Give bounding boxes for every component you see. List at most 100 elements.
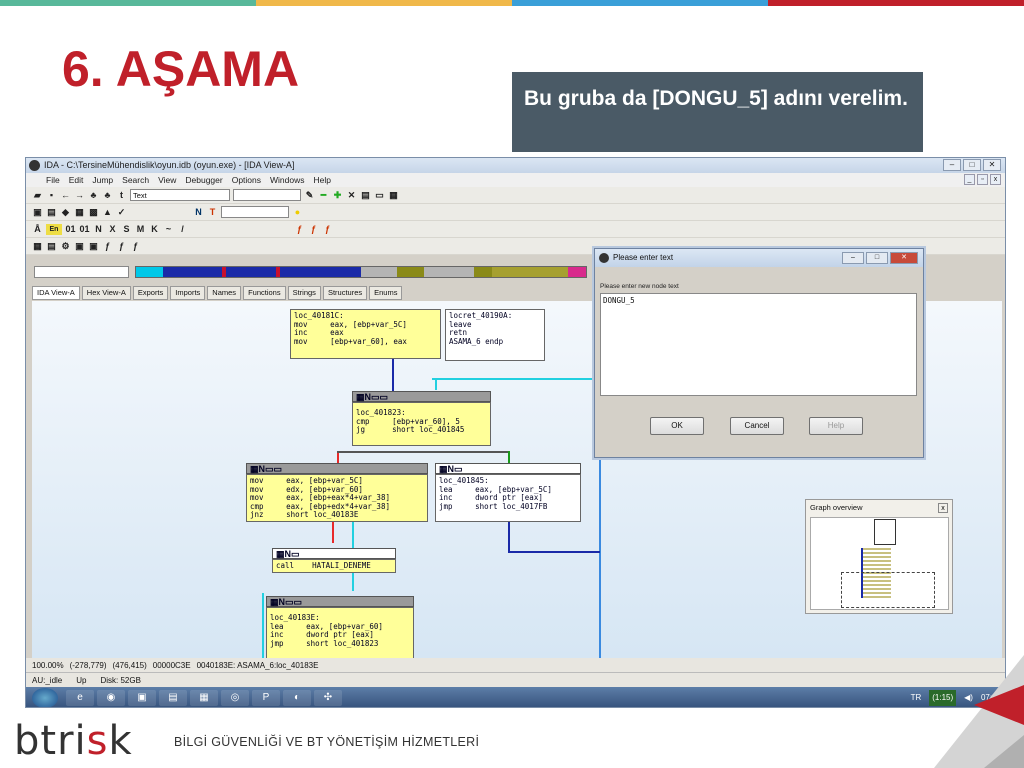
forward-icon[interactable]: →: [74, 190, 85, 201]
close-button[interactable]: ✕: [983, 159, 1001, 171]
n-icon[interactable]: N: [93, 224, 104, 235]
graph-node[interactable]: loc_401845: lea eax, [ebp+var_5C] inc dw…: [435, 474, 581, 522]
menu-file[interactable]: File: [46, 173, 60, 187]
start-button[interactable]: [32, 688, 58, 707]
node-text-input[interactable]: DONGU_5: [600, 293, 917, 396]
menu-jump[interactable]: Jump: [92, 173, 113, 187]
text-select[interactable]: Text: [130, 189, 230, 201]
graph-node[interactable]: locret_40190A: leave retn ASAMA_6 endp: [445, 309, 545, 361]
graph-node[interactable]: loc_40181C: mov eax, [ebp+var_5C] inc ea…: [290, 309, 441, 359]
tab-names[interactable]: Names: [207, 286, 242, 300]
diamond-icon[interactable]: ◆: [60, 207, 71, 218]
layout-icon[interactable]: ▤: [360, 190, 371, 201]
x-icon[interactable]: X: [107, 224, 118, 235]
hex-icon[interactable]: ▩: [88, 207, 99, 218]
overview-close-icon[interactable]: x: [938, 503, 948, 513]
cross-icon[interactable]: ✕: [346, 190, 357, 201]
tab-hex-view-a[interactable]: Hex View-A: [81, 286, 131, 300]
dat-icon[interactable]: 01: [79, 224, 90, 235]
grid-icon[interactable]: ▦: [388, 190, 399, 201]
mdi-minimize-button[interactable]: _: [964, 174, 975, 185]
tab-structures[interactable]: Structures: [322, 286, 368, 300]
menu-windows[interactable]: Windows: [270, 173, 304, 187]
plus-icon[interactable]: ✚: [332, 190, 343, 201]
f2-icon[interactable]: ƒ: [116, 241, 127, 252]
menu-debugger[interactable]: Debugger: [185, 173, 222, 187]
cancel-button[interactable]: Cancel: [730, 417, 784, 435]
tool-icon[interactable]: ✣: [314, 690, 342, 706]
slash-icon[interactable]: /: [177, 224, 188, 235]
powerpoint-icon[interactable]: P: [252, 690, 280, 706]
menu-search[interactable]: Search: [122, 173, 149, 187]
graph-node[interactable]: mov eax, [ebp+var_5C] mov edx, [ebp+var_…: [246, 474, 428, 522]
dialog-maximize-button[interactable]: □: [866, 252, 888, 264]
dialog-close-button[interactable]: ✕: [890, 252, 918, 264]
db-icon[interactable]: ▤: [46, 241, 57, 252]
func-icon[interactable]: ƒ: [294, 224, 305, 235]
tab-exports[interactable]: Exports: [132, 286, 169, 300]
segment-select[interactable]: [221, 206, 289, 218]
text-search-icon[interactable]: t: [116, 190, 127, 201]
f-icon[interactable]: ƒ: [102, 241, 113, 252]
overview-viewport[interactable]: [841, 572, 935, 608]
minus-icon[interactable]: ━: [318, 190, 329, 201]
blank-select[interactable]: [233, 189, 301, 201]
chrome-icon[interactable]: ◎: [221, 690, 249, 706]
segment-combo[interactable]: [34, 266, 129, 278]
tab-imports[interactable]: Imports: [170, 286, 206, 300]
dialog-minimize-button[interactable]: –: [842, 252, 864, 264]
explorer-icon[interactable]: ▤: [159, 690, 187, 706]
tab-ida-view-a[interactable]: IDA View-A: [32, 286, 80, 300]
graph-node[interactable]: loc_40183E: lea eax, [ebp+var_60] inc dw…: [266, 607, 414, 659]
k-icon[interactable]: K: [149, 224, 160, 235]
ida-task-icon[interactable]: ◐: [283, 690, 311, 706]
f3-icon[interactable]: ƒ: [130, 241, 141, 252]
ie-icon[interactable]: e: [66, 690, 94, 706]
minimize-button[interactable]: –: [943, 159, 961, 171]
bin-icon[interactable]: 01: [65, 224, 76, 235]
back-icon[interactable]: ←: [60, 190, 71, 201]
calc-icon[interactable]: ▦: [32, 241, 43, 252]
navigation-band[interactable]: [135, 266, 587, 278]
graph-node[interactable]: loc_401823: cmp [ebp+var_60], 5 jg short…: [352, 402, 491, 446]
tab-enums[interactable]: Enums: [369, 286, 403, 300]
m-icon[interactable]: M: [135, 224, 146, 235]
name-icon[interactable]: N: [193, 207, 204, 218]
tab-strings[interactable]: Strings: [287, 286, 321, 300]
ok-button[interactable]: OK: [650, 417, 704, 435]
export-icon[interactable]: ▣: [74, 241, 85, 252]
s-icon[interactable]: S: [121, 224, 132, 235]
tilde-icon[interactable]: ~: [163, 224, 174, 235]
binoculars-next-icon[interactable]: ♣: [102, 190, 113, 201]
type-icon[interactable]: T: [207, 207, 218, 218]
code-icon[interactable]: Å: [32, 224, 43, 235]
en-icon[interactable]: En: [46, 223, 62, 235]
menu-help[interactable]: Help: [314, 173, 331, 187]
outlook-icon[interactable]: ▣: [128, 690, 156, 706]
doc-icon[interactable]: ▣: [32, 207, 43, 218]
binoculars-icon[interactable]: ♣: [88, 190, 99, 201]
triangle-icon[interactable]: ▲: [102, 207, 113, 218]
struct-icon[interactable]: ▦: [74, 207, 85, 218]
gear-icon[interactable]: ⚙: [60, 241, 71, 252]
tab-functions[interactable]: Functions: [243, 286, 286, 300]
help-button[interactable]: Help: [809, 417, 863, 435]
graph-overview-map[interactable]: [810, 517, 949, 610]
menu-options[interactable]: Options: [232, 173, 261, 187]
wrench-icon[interactable]: ✓: [116, 207, 127, 218]
list-icon[interactable]: ▤: [46, 207, 57, 218]
maximize-button[interactable]: □: [963, 159, 981, 171]
import-icon[interactable]: ▣: [88, 241, 99, 252]
func-2-icon[interactable]: ƒ: [308, 224, 319, 235]
calc-task-icon[interactable]: ▦: [190, 690, 218, 706]
pencil-icon[interactable]: ✎: [304, 190, 315, 201]
mdi-close-button[interactable]: x: [990, 174, 1001, 185]
menu-view[interactable]: View: [158, 173, 176, 187]
window-icon[interactable]: ▭: [374, 190, 385, 201]
media-icon[interactable]: ◉: [97, 690, 125, 706]
save-icon[interactable]: ▪: [46, 190, 57, 201]
open-icon[interactable]: ▰: [32, 190, 43, 201]
graph-node[interactable]: call HATALI_DENEME: [272, 559, 396, 573]
mdi-restore-button[interactable]: ▫: [977, 174, 988, 185]
func-3-icon[interactable]: ƒ: [322, 224, 333, 235]
